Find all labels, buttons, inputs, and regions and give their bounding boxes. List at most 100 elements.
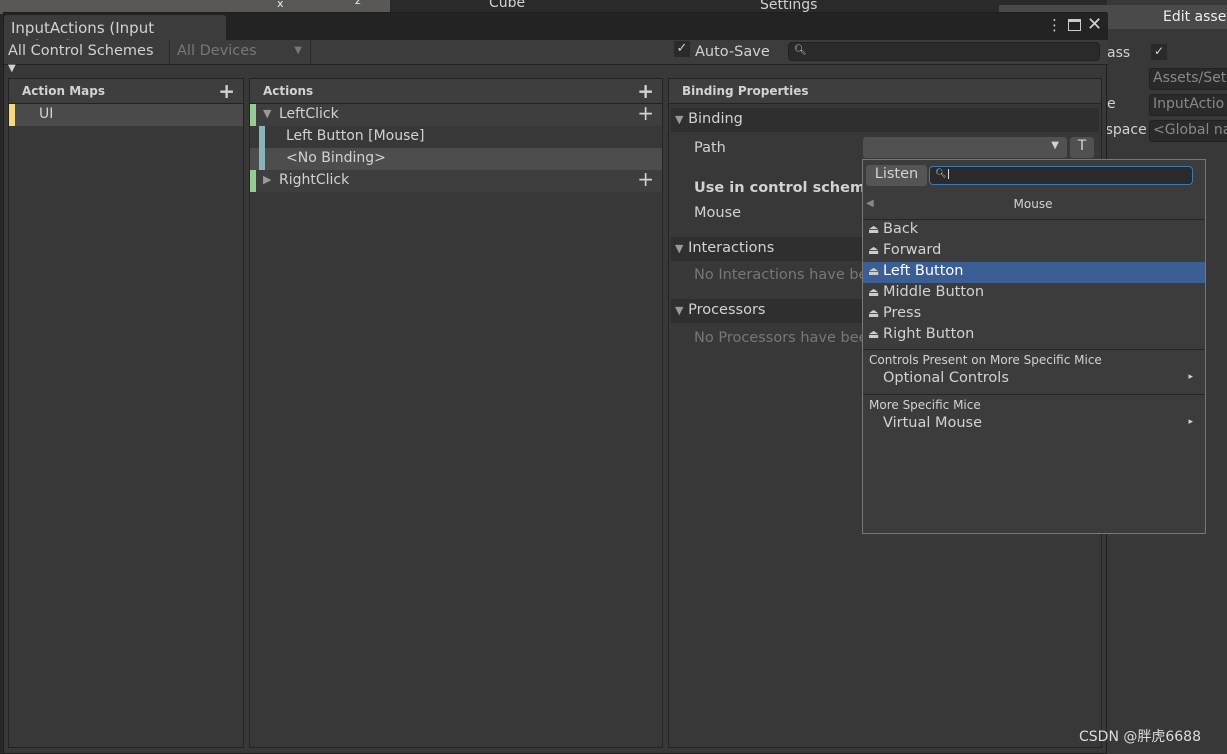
search-input[interactable]: 🔍︎ xyxy=(788,42,1100,61)
inspector-field[interactable]: <Global na xyxy=(1149,120,1227,142)
action-item[interactable]: ▼ LeftClick + xyxy=(250,103,662,126)
chevron-down-icon: ▼ xyxy=(8,63,16,74)
submenu-label: Optional Controls xyxy=(883,370,1009,386)
add-action-button[interactable]: + xyxy=(637,81,654,101)
binding-item-selected[interactable]: <No Binding> xyxy=(250,148,662,170)
section-header: More Specific Mice xyxy=(863,394,1205,415)
binding-color-bar xyxy=(259,126,265,148)
t-button[interactable]: T xyxy=(1070,137,1094,158)
control-icon: ⏏ xyxy=(868,306,880,320)
close-icon[interactable]: ✕ xyxy=(1087,14,1102,35)
tab-strip: InputActions (Input Actions) ⋮ ✕ xyxy=(4,13,1108,55)
submenu-arrow-icon: ▸ xyxy=(1188,417,1193,427)
actions-header: Actions xyxy=(263,84,314,98)
expand-arrow-icon: ▼ xyxy=(675,113,684,126)
use-in-scheme-label: Use in control scheme xyxy=(694,180,875,196)
action-item[interactable]: ▶ RightClick + xyxy=(250,169,662,192)
control-list: ⏏ Back ⏏ Forward ⏏ Left Button ⏏ Middle Butt… xyxy=(863,220,1205,437)
control-scheme-label: All Control Schemes xyxy=(8,43,154,59)
binding-section-label: Binding xyxy=(688,111,743,127)
binding-color-bar xyxy=(259,148,265,170)
devices-label: All Devices xyxy=(177,43,257,59)
control-icon: ⏏ xyxy=(868,222,880,236)
inspector-label: ass xyxy=(1107,45,1131,61)
auto-save-label: Auto-Save xyxy=(695,44,770,60)
inspector-checkbox[interactable]: ✓ xyxy=(1151,44,1167,60)
binding-label: Left Button [Mouse] xyxy=(286,128,425,144)
watermark: CSDN @胖虎6688 xyxy=(1079,729,1201,745)
scheme-mouse-label: Mouse xyxy=(694,205,742,221)
action-map-item[interactable]: UI xyxy=(9,104,243,126)
action-color-bar xyxy=(250,170,256,192)
processors-empty: No Processors have bee xyxy=(694,330,868,346)
add-action-map-button[interactable]: + xyxy=(218,81,235,101)
action-maps-header: Action Maps xyxy=(22,84,105,98)
inspector-label: e xyxy=(1107,96,1116,112)
control-item-forward[interactable]: ⏏ Forward xyxy=(863,241,1205,262)
hierarchy-item-cube[interactable]: Cube xyxy=(489,0,525,11)
control-label: Press xyxy=(883,305,922,321)
action-color-bar xyxy=(250,104,256,126)
control-icon: ⏏ xyxy=(868,285,880,299)
control-icon: ⏏ xyxy=(868,243,880,257)
control-label: Back xyxy=(883,221,919,237)
add-binding-button[interactable]: + xyxy=(637,169,654,189)
window-tab[interactable]: InputActions (Input Actions) xyxy=(4,15,226,55)
maximize-icon[interactable] xyxy=(1068,19,1081,31)
control-item-press[interactable]: ⏏ Press xyxy=(863,304,1205,325)
action-label: LeftClick xyxy=(279,106,339,122)
interactions-empty: No Interactions have be xyxy=(694,267,868,283)
path-label: Path xyxy=(694,140,726,156)
control-picker-popup: Listen 🔍︎ ◀ Mouse ⏏ Back ⏏ Forward ⏏ Left B… xyxy=(862,159,1206,534)
chevron-down-icon: ▼ xyxy=(294,45,302,56)
binding-section[interactable]: ▼ Binding xyxy=(671,108,1099,132)
action-map-label: UI xyxy=(39,106,54,122)
interactions-label: Interactions xyxy=(688,240,775,256)
control-label: Forward xyxy=(883,242,942,258)
more-menu-icon[interactable]: ⋮ xyxy=(1047,16,1062,34)
gizmo-x-label: x xyxy=(277,0,284,10)
inspector-field[interactable]: InputActio xyxy=(1149,94,1227,116)
action-maps-panel: Action Maps + UI xyxy=(8,78,244,748)
expand-arrow-icon: ▼ xyxy=(675,304,684,317)
path-dropdown[interactable]: ▼ xyxy=(863,137,1067,158)
submenu-arrow-icon: ▸ xyxy=(1188,372,1193,382)
expand-arrow-icon: ▼ xyxy=(675,242,684,255)
control-item-left-button[interactable]: ⏏ Left Button xyxy=(863,262,1205,283)
action-map-color-bar xyxy=(9,104,15,126)
virtual-mouse-item[interactable]: Virtual Mouse ▸ xyxy=(863,415,1205,437)
chevron-down-icon: ▼ xyxy=(1051,140,1059,151)
expand-arrow-icon[interactable]: ▶ xyxy=(263,173,271,186)
section-header: Controls Present on More Specific Mice xyxy=(863,349,1205,370)
category-label: Mouse xyxy=(1013,197,1053,211)
search-icon: 🔍︎ xyxy=(794,45,807,56)
add-binding-button[interactable]: + xyxy=(637,103,654,123)
gizmo-z-label: z xyxy=(355,0,361,7)
category-header: ◀ Mouse xyxy=(863,193,1205,220)
control-item-back[interactable]: ⏏ Back xyxy=(863,220,1205,241)
binding-item[interactable]: Left Button [Mouse] xyxy=(250,126,662,148)
control-label: Left Button xyxy=(883,263,964,279)
optional-controls-item[interactable]: Optional Controls ▸ xyxy=(863,370,1205,392)
auto-save-checkbox[interactable]: ✓ xyxy=(674,41,690,57)
control-item-right-button[interactable]: ⏏ Right Button xyxy=(863,325,1205,346)
binding-label: <No Binding> xyxy=(286,150,386,166)
expand-arrow-icon[interactable]: ▼ xyxy=(263,107,271,120)
inspector-field[interactable]: Assets/Set xyxy=(1149,68,1227,90)
control-label: Right Button xyxy=(883,326,975,342)
control-label: Middle Button xyxy=(883,284,985,300)
search-icon: 🔍︎ xyxy=(935,169,947,179)
control-item-middle-button[interactable]: ⏏ Middle Button xyxy=(863,283,1205,304)
action-label: RightClick xyxy=(279,172,350,188)
control-icon: ⏏ xyxy=(868,327,880,341)
control-scheme-dropdown[interactable]: All Control Schemes ▼ xyxy=(4,40,170,74)
listen-button[interactable]: Listen xyxy=(866,165,927,186)
actions-panel: Actions + ▼ LeftClick + Left Button [Mous… xyxy=(249,78,663,748)
control-search-input[interactable]: 🔍︎ xyxy=(929,166,1193,185)
processors-label: Processors xyxy=(688,302,766,318)
toolbar: All Control Schemes ▼ All Devices ▼ ✓ Aut… xyxy=(4,40,1108,74)
binding-properties-header: Binding Properties xyxy=(669,79,1101,104)
control-icon: ⏏ xyxy=(868,264,880,278)
submenu-label: Virtual Mouse xyxy=(883,415,983,431)
devices-dropdown[interactable]: All Devices ▼ xyxy=(171,40,311,64)
